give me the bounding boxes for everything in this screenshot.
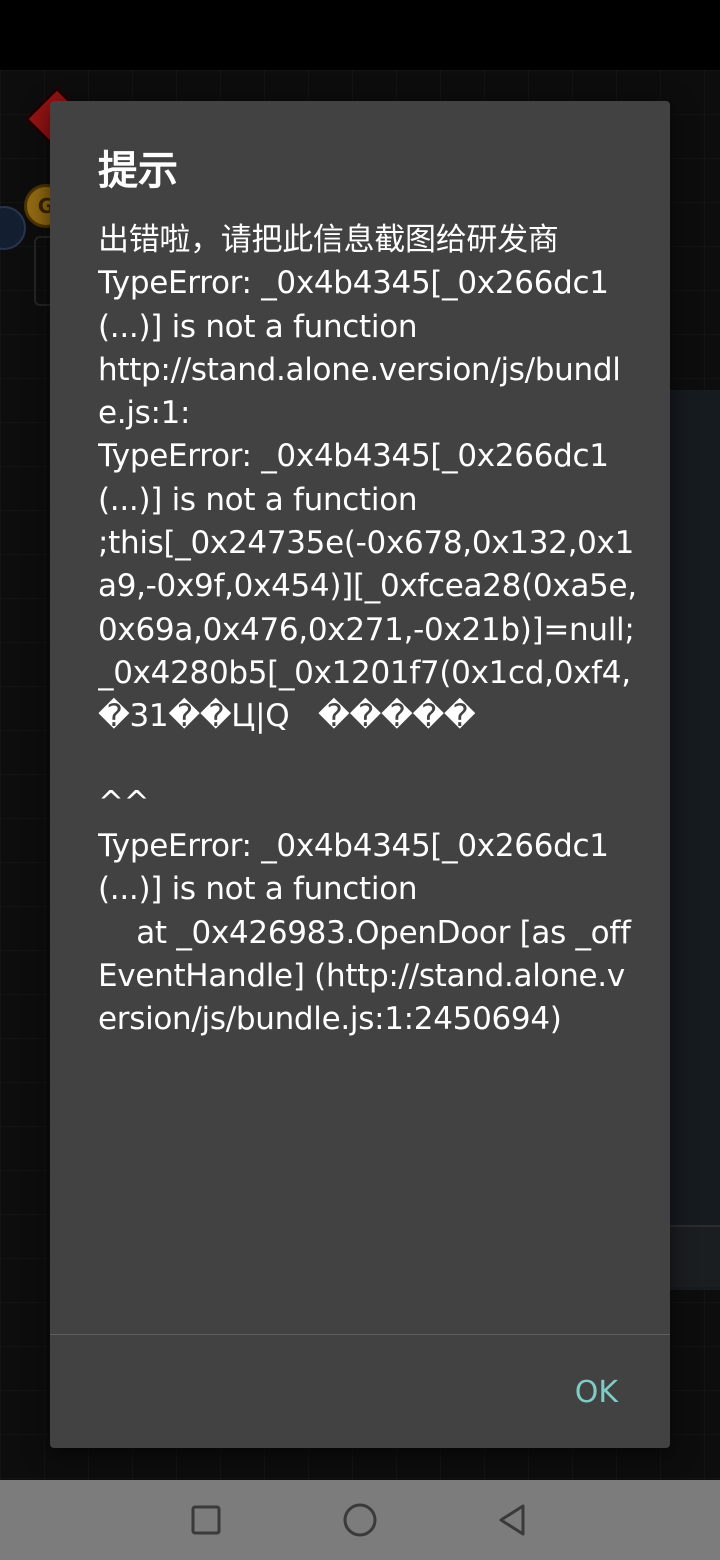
circle-icon [343,1503,377,1537]
dialog-title: 提示 [98,148,178,194]
dialog-divider [50,1334,670,1335]
ok-button[interactable]: OK [561,1363,632,1423]
dialog-message-scroll[interactable]: 出错啦，请把此信息截图给研发商 TypeError: _0x4b4345[_0x… [98,219,638,1334]
alert-dialog: 提示 出错啦，请把此信息截图给研发商 TypeError: _0x4b4345[… [50,101,670,1448]
triangle-back-icon [499,1504,525,1536]
square-icon [191,1505,221,1535]
back-button[interactable] [490,1498,534,1542]
recents-button[interactable] [184,1498,228,1542]
screen: G 提示 出错啦，请把此信息截图给研发商 TypeError: _0x4b434… [0,0,720,1560]
home-button[interactable] [338,1498,382,1542]
navigation-bar [0,1480,720,1560]
dialog-message: 出错啦，请把此信息截图给研发商 TypeError: _0x4b4345[_0x… [98,222,637,1038]
